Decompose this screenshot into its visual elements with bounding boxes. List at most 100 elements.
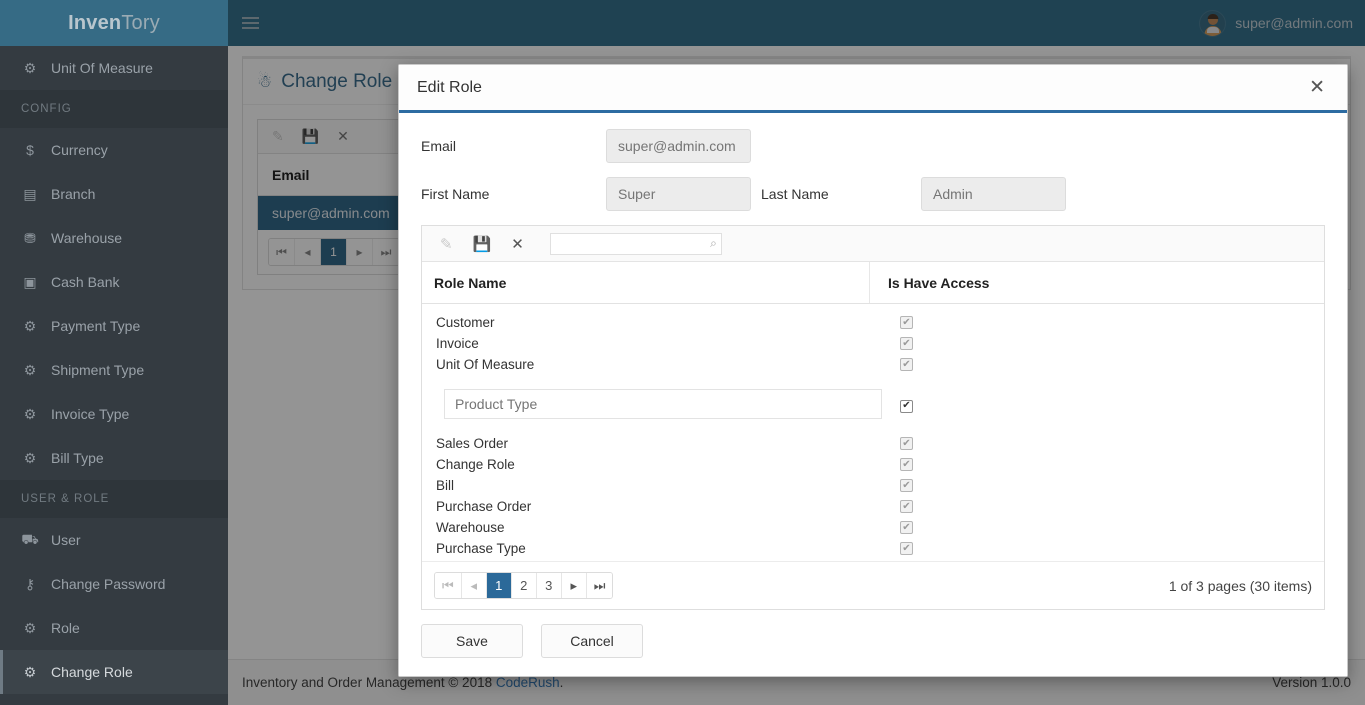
pager-page-1[interactable]: 1 (486, 573, 512, 598)
gear-icon: ⚙ (23, 59, 37, 76)
email-field[interactable] (606, 129, 751, 163)
save-icon[interactable]: 💾 (473, 235, 492, 253)
pencil-icon[interactable]: ✎ (440, 235, 453, 253)
modal-footer: Save Cancel (399, 610, 1347, 676)
modal-body: Email First Name Last Name ✎ 💾 ✕ ⌕ Role … (399, 113, 1347, 610)
last-name-label: Last Name (761, 186, 829, 202)
email-row: Email (421, 129, 1325, 163)
access-cell: ✔ (882, 316, 1312, 329)
sidebar-section-label: USER & ROLE (21, 493, 110, 505)
table-row[interactable]: Unit Of Measure ✔ (434, 354, 1312, 375)
first-name-field[interactable] (606, 177, 751, 211)
role-grid-rows: Customer ✔ Invoice ✔ Unit Of Measure ✔ P… (422, 304, 1324, 561)
sidebar-item-currency[interactable]: $ Currency (0, 128, 228, 172)
pager-last-button[interactable]: ⏭ (586, 573, 613, 598)
search-icon[interactable]: ⌕ (710, 236, 717, 251)
table-row[interactable]: Purchase Type ✔ (434, 538, 1312, 559)
pager-next-button[interactable]: ▸ (561, 573, 587, 598)
access-checkbox[interactable]: ✔ (900, 521, 913, 534)
access-checkbox[interactable]: ✔ (900, 316, 913, 329)
access-edit-cell: ✔ (882, 395, 1312, 413)
access-checkbox[interactable]: ✔ (900, 458, 913, 471)
access-checkbox[interactable]: ✔ (900, 337, 913, 350)
sidebar-item-change-password[interactable]: ⚷ Change Password (0, 562, 228, 606)
cancel-button[interactable]: Cancel (541, 624, 643, 658)
sidebar-item-payment-type[interactable]: ⚙ Payment Type (0, 304, 228, 348)
modal-header: Edit Role ✕ (399, 65, 1347, 113)
role-name-edit-cell (434, 389, 882, 419)
table-row[interactable]: Customer ✔ (434, 312, 1312, 333)
access-cell: ✔ (882, 358, 1312, 371)
role-grid-pager: ⏮ ◂ 1 2 3 ▸ ⏭ 1 of 3 pages (30 items) (422, 561, 1324, 609)
sidebar-item-bill-type[interactable]: ⚙ Bill Type (0, 436, 228, 480)
table-row[interactable]: Purchase Order ✔ (434, 496, 1312, 517)
role-grid-header: Role Name Is Have Access (422, 262, 1324, 304)
brand-name-bold: Inven (68, 11, 122, 34)
gear-icon: ⚙ (23, 449, 37, 466)
role-name-cell: Sales Order (436, 436, 509, 451)
access-cell: ✔ (882, 521, 1312, 534)
pager-first-button[interactable]: ⏮ (435, 573, 462, 598)
sidebar-item-warehouse[interactable]: ⛃ Warehouse (0, 216, 228, 260)
pager-page-2[interactable]: 2 (511, 573, 537, 598)
last-name-field[interactable] (921, 177, 1066, 211)
access-checkbox[interactable]: ✔ (900, 479, 913, 492)
role-name-cell: Bill (436, 478, 455, 493)
access-cell: ✔ (882, 479, 1312, 492)
role-name-cell: Customer (436, 315, 495, 330)
sidebar-item-label: Invoice Type (51, 406, 130, 422)
role-name-input[interactable] (444, 389, 882, 419)
role-name-cell: Purchase Order (436, 499, 532, 514)
access-checkbox[interactable]: ✔ (900, 358, 913, 371)
search-input[interactable] (549, 232, 722, 255)
access-cell: ✔ (882, 337, 1312, 350)
sidebar-item-cash-bank[interactable]: ▣ Cash Bank (0, 260, 228, 304)
access-checkbox[interactable]: ✔ (900, 437, 913, 450)
sidebar-item-user[interactable]: ⛟ User (0, 518, 228, 562)
name-row: First Name Last Name (421, 177, 1325, 211)
pager-page-3[interactable]: 3 (536, 573, 562, 598)
sidebar-item-label: Currency (51, 142, 108, 158)
gear-icon: ⚙ (23, 619, 37, 636)
table-row[interactable]: Sales Order ✔ (434, 433, 1312, 454)
key-icon: ⚷ (24, 575, 36, 592)
email-label: Email (421, 138, 457, 154)
role-name-cell: Warehouse (436, 520, 505, 535)
table-row[interactable]: Change Role ✔ (434, 454, 1312, 475)
sidebar-item-shipment-type[interactable]: ⚙ Shipment Type (0, 348, 228, 392)
sidebar-section-config: CONFIG (0, 90, 228, 128)
access-checkbox[interactable]: ✔ (900, 500, 913, 513)
close-icon[interactable]: ✕ (511, 235, 524, 253)
sidebar-item-label: User (51, 532, 81, 548)
table-row[interactable]: Bill ✔ (434, 475, 1312, 496)
role-grid-toolbar: ✎ 💾 ✕ ⌕ (422, 226, 1324, 262)
modal-title: Edit Role (417, 78, 482, 96)
table-row-editing[interactable]: ✔ (434, 381, 1312, 427)
save-button[interactable]: Save (421, 624, 523, 658)
sidebar-item-label: Role (51, 620, 80, 636)
brand-logo[interactable]: Inven Tory (0, 0, 228, 46)
role-name-cell: Purchase Type (436, 541, 526, 556)
sidebar-item-label: Change Password (51, 576, 166, 592)
access-checkbox[interactable]: ✔ (900, 399, 913, 413)
sidebar-item-branch[interactable]: ▤ Branch (0, 172, 228, 216)
access-cell: ✔ (882, 542, 1312, 555)
role-name-cell: Invoice (436, 336, 479, 351)
access-cell: ✔ (882, 458, 1312, 471)
access-cell: ✔ (882, 500, 1312, 513)
sidebar-item-unit-of-measure[interactable]: ⚙ Unit Of Measure (0, 46, 228, 90)
column-header-is-have-access: Is Have Access (888, 274, 990, 291)
sidebar-item-role[interactable]: ⚙ Role (0, 606, 228, 650)
sidebar-item-invoice-type[interactable]: ⚙ Invoice Type (0, 392, 228, 436)
users-icon: ⛟ (21, 530, 39, 547)
sidebar-item-label: Bill Type (51, 450, 104, 466)
access-checkbox[interactable]: ✔ (900, 542, 913, 555)
sidebar-item-change-role[interactable]: ⚙ Change Role (0, 650, 228, 694)
close-icon[interactable]: ✕ (1305, 76, 1329, 99)
column-header-role-name: Role Name (422, 262, 870, 303)
table-row[interactable]: Invoice ✔ (434, 333, 1312, 354)
gear-icon: ⚙ (23, 317, 37, 334)
pager-prev-button[interactable]: ◂ (461, 573, 487, 598)
pager-info-label: 1 of 3 pages (30 items) (1168, 577, 1312, 594)
table-row[interactable]: Warehouse ✔ (434, 517, 1312, 538)
